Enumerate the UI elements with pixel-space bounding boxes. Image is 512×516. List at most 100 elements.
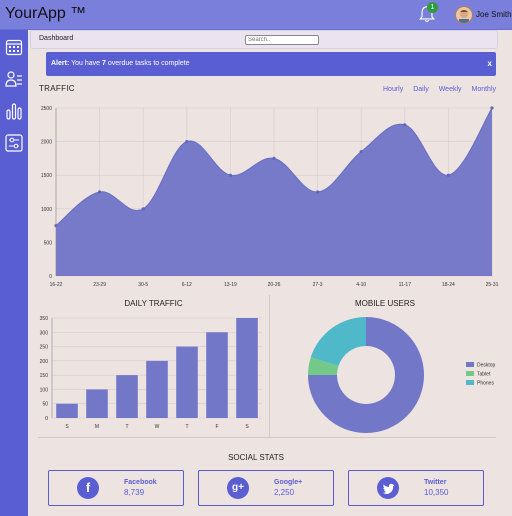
x-tick-label: 6-12	[182, 282, 192, 288]
daily-bar	[86, 389, 108, 418]
x-tick-label: S	[245, 424, 249, 430]
y-tick-label: 500	[44, 240, 53, 246]
social-value: 10,350	[424, 488, 449, 497]
tab-weekly[interactable]: Weekly	[439, 86, 462, 93]
user-name[interactable]: Joe Smith	[476, 10, 512, 19]
settings-sliders-icon[interactable]	[5, 134, 23, 152]
traffic-point	[359, 150, 363, 154]
social-value: 2,250	[274, 488, 295, 497]
social-stats-title: SOCIAL STATS	[228, 453, 284, 462]
x-tick-label: M	[95, 424, 99, 430]
social-card-google-plus[interactable]: g+ Google+ 2,250	[198, 470, 334, 506]
traffic-point	[446, 173, 450, 177]
x-tick-label: T	[185, 424, 188, 430]
traffic-point	[228, 173, 232, 177]
y-tick-label: 2000	[41, 140, 52, 146]
breadcrumb[interactable]: Dashboard	[39, 35, 73, 42]
section-divider	[38, 437, 496, 438]
legend-swatch	[466, 362, 474, 367]
y-tick-label: 250	[40, 345, 49, 351]
x-tick-label: 4-10	[356, 282, 366, 288]
daily-bar	[176, 346, 198, 418]
calendar-icon[interactable]	[5, 38, 23, 56]
legend-label: Desktop	[477, 363, 496, 369]
sidebar	[0, 30, 28, 516]
alert-prefix: Alert:	[51, 60, 70, 67]
twitter-icon	[377, 477, 399, 499]
x-tick-label: W	[155, 424, 160, 430]
x-tick-label: S	[65, 424, 69, 430]
alert-text-pre: You have	[69, 60, 102, 67]
alert-message: Alert: You have 7 overdue tasks to compl…	[51, 60, 190, 67]
users-icon[interactable]	[5, 70, 23, 88]
daily-traffic-bar-chart: 0 50 100 150 200 250 300 350 S M T W T F S	[40, 316, 262, 430]
top-bar: YourApp ™ 1 Joe Smith	[0, 0, 512, 30]
social-name: Twitter	[424, 479, 447, 486]
search-input[interactable]	[245, 35, 319, 45]
x-tick-label: F	[215, 424, 218, 430]
tab-monthly[interactable]: Monthly	[471, 86, 496, 93]
x-tick-label: 18-24	[442, 282, 455, 288]
x-tick-label: 30-5	[138, 282, 148, 288]
traffic-range-tabs: Hourly Daily Weekly Monthly	[375, 86, 496, 93]
y-tick-label: 0	[45, 416, 48, 422]
app-title[interactable]: YourApp ™	[5, 5, 86, 23]
section-divider	[269, 295, 270, 437]
x-tick-label: 27-3	[313, 282, 323, 288]
legend-swatch	[466, 380, 474, 385]
social-value: 8,739	[124, 488, 145, 497]
y-tick-label: 1000	[41, 207, 52, 213]
tab-hourly[interactable]: Hourly	[383, 86, 403, 93]
avatar-face-icon	[459, 10, 469, 23]
legend-label: Phones	[477, 381, 494, 387]
y-tick-label: 50	[42, 402, 48, 408]
alert-banner: Alert: You have 7 overdue tasks to compl…	[46, 52, 496, 76]
alert-text-post: overdue tasks to complete	[105, 60, 190, 67]
y-tick-label: 350	[40, 316, 49, 322]
traffic-point	[272, 156, 276, 160]
daily-traffic-title: DAILY TRAFFIC	[124, 299, 183, 308]
traffic-point	[185, 140, 189, 144]
google-plus-icon: g+	[227, 477, 249, 499]
x-tick-label: 13-19	[224, 282, 237, 288]
legend-swatch	[466, 371, 474, 376]
avatar[interactable]	[455, 6, 473, 24]
daily-bar	[236, 318, 258, 418]
y-tick-label: 200	[40, 359, 49, 365]
y-tick-label: 1500	[41, 173, 52, 179]
y-tick-label: 300	[40, 330, 49, 336]
x-tick-label: 25-31	[486, 282, 499, 288]
mobile-users-donut-chart: Desktop Tablet Phones	[308, 317, 496, 433]
daily-bar	[116, 375, 138, 418]
daily-bar	[56, 403, 78, 418]
x-tick-label: 11-17	[399, 282, 412, 288]
facebook-icon: f	[77, 477, 99, 499]
y-tick-label: 2500	[41, 106, 52, 112]
x-tick-label: 16-22	[50, 282, 63, 288]
bar-chart-icon[interactable]	[5, 102, 23, 120]
traffic-point	[316, 190, 320, 194]
social-name: Facebook	[124, 479, 157, 486]
daily-bar	[146, 360, 168, 418]
donut-slice	[310, 317, 366, 367]
y-tick-label: 0	[49, 274, 52, 280]
social-card-twitter[interactable]: Twitter 10,350	[348, 470, 484, 506]
y-tick-label: 100	[40, 387, 49, 393]
legend-label: Tablet	[477, 372, 491, 378]
traffic-point	[98, 190, 102, 194]
traffic-title: TRAFFIC	[39, 84, 75, 93]
notification-badge: 1	[427, 2, 438, 13]
traffic-point	[403, 123, 407, 127]
daily-bar	[206, 332, 228, 418]
social-card-facebook[interactable]: f Facebook 8,739	[48, 470, 184, 506]
traffic-area-chart: 0 500 1000 1500 2000 2500 16-22 23-29 30-5 6-12 13…	[41, 106, 499, 288]
traffic-point	[490, 106, 494, 110]
mobile-users-title: MOBILE USERS	[354, 299, 415, 308]
twitter-bird-icon	[382, 483, 395, 495]
tab-daily[interactable]: Daily	[413, 86, 429, 93]
traffic-point	[141, 207, 145, 211]
x-tick-label: T	[125, 424, 128, 430]
breadcrumb-bar: Dashboard	[30, 30, 498, 49]
x-tick-label: 20-26	[268, 282, 281, 288]
alert-close-button[interactable]: x	[488, 59, 492, 68]
